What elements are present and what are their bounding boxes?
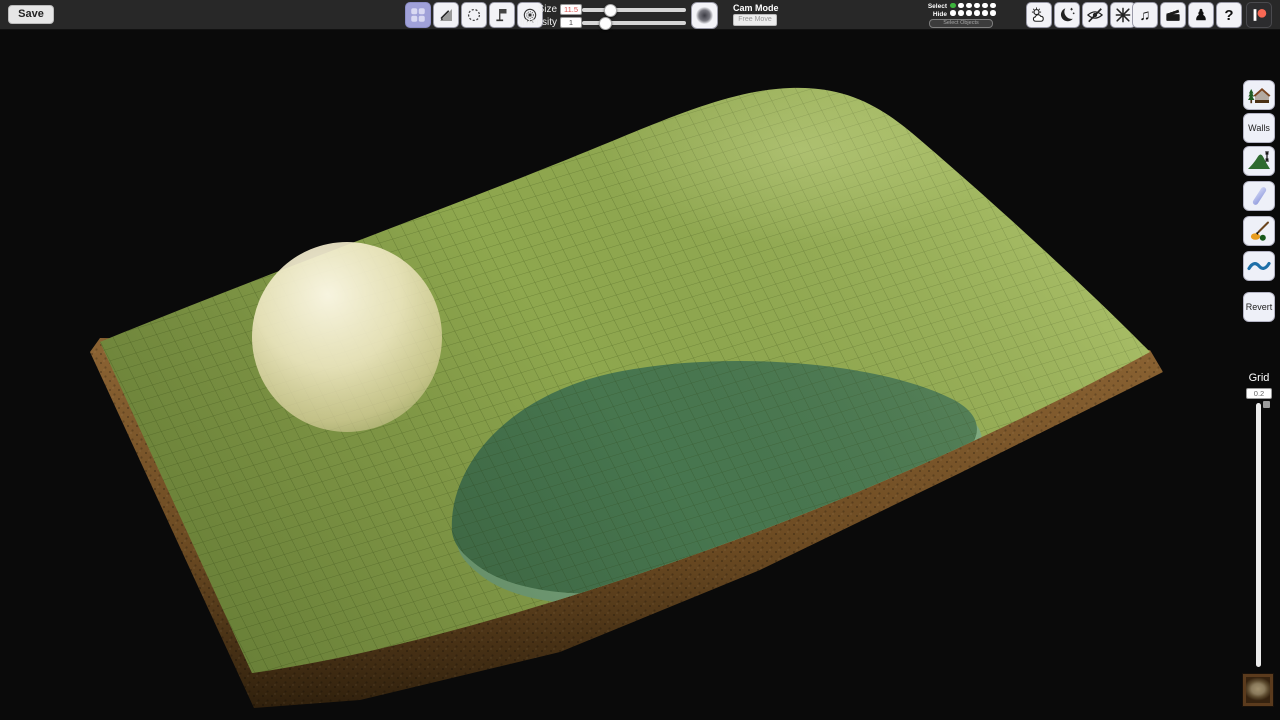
hide-label: Hide (923, 11, 947, 18)
intensity-slider-handle[interactable] (599, 17, 612, 30)
status-dot[interactable] (966, 3, 972, 9)
revert-label: Revert (1246, 302, 1273, 312)
clapperboard-icon (1163, 5, 1183, 25)
cinematic-button[interactable] (1160, 2, 1186, 28)
help-button[interactable]: ? (1216, 2, 1242, 28)
hide-dot-row (950, 10, 999, 17)
hill-updown-arrow-icon (1246, 149, 1272, 173)
smooth-tool-button[interactable] (461, 2, 487, 28)
save-button[interactable]: Save (8, 5, 54, 24)
cam-mode-button[interactable]: Free Move (733, 14, 777, 26)
grid-slider[interactable] (1256, 403, 1261, 667)
status-dot[interactable] (990, 10, 996, 16)
status-dot[interactable] (990, 3, 996, 9)
patreon-icon (1249, 5, 1269, 25)
cabin-tree-icon (1246, 83, 1272, 107)
grid-slider-handle[interactable] (1263, 401, 1270, 408)
brush-shape-preview-button[interactable] (691, 2, 718, 29)
intensity-value-input[interactable]: 1 (560, 17, 582, 28)
status-dot[interactable] (982, 3, 988, 9)
slope-ramp-icon (437, 6, 455, 24)
status-dot[interactable] (958, 3, 964, 9)
terrain-3d-viewport[interactable] (0, 0, 1280, 720)
eye-slash-icon (1085, 5, 1105, 25)
cam-mode-label: Cam Mode (733, 3, 779, 13)
soft-round-brush-icon (696, 7, 713, 24)
status-dot[interactable] (974, 10, 980, 16)
grid-label: Grid (1243, 372, 1275, 384)
paintbrush-icon (1246, 219, 1272, 243)
terrain-editor-app: Save (0, 0, 1280, 720)
hide-visibility-button[interactable] (1082, 2, 1108, 28)
day-weather-button[interactable] (1026, 2, 1052, 28)
sun-cloud-icon (1029, 5, 1049, 25)
crossed-asterisk-icon (1113, 5, 1133, 25)
sidebar-water-tool-button[interactable] (1243, 251, 1275, 281)
sidebar-objects-button[interactable] (1243, 80, 1275, 110)
moon-stars-icon (1057, 5, 1077, 25)
blue-wave-icon (1246, 254, 1272, 278)
status-dot[interactable] (974, 3, 980, 9)
sidebar-walls-button[interactable]: Walls (1243, 113, 1275, 143)
status-dot[interactable] (982, 10, 988, 16)
status-dot[interactable] (950, 3, 956, 9)
grid-value-input[interactable]: 0.2 (1246, 388, 1272, 399)
slope-tool-button[interactable] (433, 2, 459, 28)
quad-raise-brush-icon (409, 6, 427, 24)
texture-swatch-button[interactable] (1243, 674, 1273, 706)
size-value-input[interactable]: 11.5 (560, 4, 582, 15)
sidebar-terrain-raise-button[interactable] (1243, 146, 1275, 176)
question-mark-icon: ? (1224, 8, 1233, 23)
music-button[interactable]: ♫ (1132, 2, 1158, 28)
raise-brush-tool-button[interactable] (405, 2, 431, 28)
sidebar-paint-tool-button[interactable] (1243, 216, 1275, 246)
night-mode-button[interactable] (1054, 2, 1080, 28)
status-dot[interactable] (966, 10, 972, 16)
music-note-icon: ♫ (1139, 8, 1150, 23)
sidebar-stick-tool-button[interactable] (1243, 181, 1275, 211)
smooth-dashed-circle-icon (465, 6, 483, 24)
intensity-slider[interactable] (582, 21, 686, 25)
diagonal-stick-icon (1246, 184, 1272, 208)
select-objects-button[interactable]: Select Objects (929, 19, 993, 28)
sidebar-revert-button[interactable]: Revert (1243, 292, 1275, 322)
top-toolbar: Save (0, 0, 1280, 30)
pawn-icon: ♟ (1194, 8, 1207, 23)
size-slider-handle[interactable] (604, 4, 617, 17)
status-dot[interactable] (958, 10, 964, 16)
select-dot-row (950, 2, 999, 9)
patreon-button[interactable] (1246, 2, 1272, 28)
status-dot[interactable] (950, 10, 956, 16)
intensity-label: Intensity (497, 17, 557, 28)
select-label: Select (923, 3, 947, 10)
player-figure-button[interactable]: ♟ (1188, 2, 1214, 28)
walls-label: Walls (1248, 123, 1270, 133)
brush-sphere-indicator (252, 242, 442, 432)
size-label: Size (505, 4, 557, 15)
size-slider[interactable] (582, 8, 686, 12)
